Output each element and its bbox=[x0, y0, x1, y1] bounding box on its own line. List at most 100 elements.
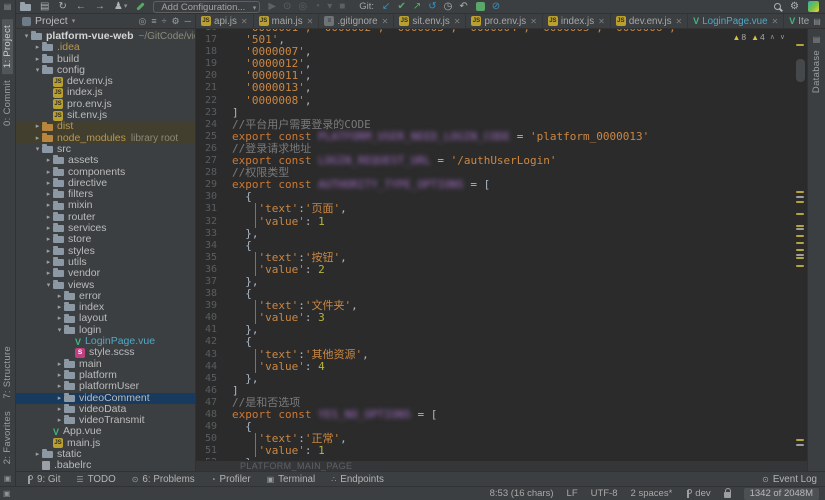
user-icon[interactable]: ♟▾ bbox=[114, 0, 127, 13]
vcs-refresh-icon[interactable]: ↺ bbox=[428, 0, 436, 13]
tree-item-layout[interactable]: ▸layout bbox=[16, 313, 195, 324]
tree-item-static[interactable]: ▸static bbox=[16, 449, 195, 460]
scrollbar-thumb[interactable] bbox=[796, 59, 805, 83]
tree-item-styles[interactable]: ▸styles bbox=[16, 246, 195, 257]
toolwindow-switcher-icon[interactable]: ▣ bbox=[3, 489, 11, 498]
chevron-right-icon[interactable]: ▸ bbox=[44, 189, 53, 200]
line-separator[interactable]: LF bbox=[567, 488, 578, 499]
next-issue-icon[interactable]: ∨ bbox=[780, 33, 785, 41]
stripe-menu-icon[interactable]: ▤ bbox=[4, 2, 12, 11]
run-configuration-combo[interactable]: Add Configuration... bbox=[153, 1, 260, 13]
tree-item-utils[interactable]: ▸utils bbox=[16, 257, 195, 268]
search-everywhere-icon[interactable] bbox=[774, 3, 781, 10]
chevron-right-icon[interactable]: ▸ bbox=[55, 302, 64, 313]
chevron-down-icon[interactable]: ▾ bbox=[33, 65, 42, 76]
chevron-right-icon[interactable]: ▸ bbox=[55, 370, 64, 381]
chevron-down-icon[interactable]: ▾ bbox=[72, 17, 76, 25]
green-plugin-icon[interactable] bbox=[476, 2, 485, 11]
sync-icon[interactable]: ↻ bbox=[58, 0, 66, 13]
chevron-right-icon[interactable]: ▸ bbox=[33, 42, 42, 53]
stripe-database[interactable]: Database bbox=[811, 44, 822, 101]
file-encoding[interactable]: UTF-8 bbox=[591, 488, 618, 499]
tool-profiler[interactable]: ◔Profiler bbox=[211, 474, 251, 485]
project-panel-header[interactable]: Project ▾ ◎≡÷⚙─ bbox=[16, 14, 196, 28]
warning-stripe-mark[interactable] bbox=[796, 225, 804, 227]
tree-item-services[interactable]: ▸services bbox=[16, 223, 195, 234]
indent-style[interactable]: 2 spaces* bbox=[631, 488, 673, 499]
close-tab-icon[interactable]: ✕ bbox=[454, 17, 461, 26]
code-line[interactable]: 40 'value': 3 bbox=[196, 312, 793, 324]
tree-item-.idea[interactable]: ▸.idea bbox=[16, 42, 195, 53]
code-line[interactable]: 32 'value': 1 bbox=[196, 216, 793, 228]
tool-git[interactable]: 9: Git bbox=[26, 474, 60, 485]
change-stripe-mark[interactable] bbox=[796, 444, 804, 446]
code-line[interactable]: 36 'value': 2 bbox=[196, 264, 793, 276]
close-tab-icon[interactable]: ✕ bbox=[675, 17, 682, 26]
hide-panel-icon[interactable]: ─ bbox=[185, 16, 191, 27]
tab-api.js[interactable]: JSapi.js✕ bbox=[196, 14, 254, 28]
tree-item-platform-vue-web[interactable]: ▾platform-vue-web~/GitCode/video-platf bbox=[16, 31, 195, 42]
prev-issue-icon[interactable]: ∧ bbox=[770, 33, 775, 41]
chevron-right-icon[interactable]: ▸ bbox=[33, 449, 42, 460]
run-icon[interactable]: ▶ bbox=[268, 0, 276, 13]
warning-stripe-mark[interactable] bbox=[796, 265, 804, 267]
code-line[interactable]: 45 }, bbox=[196, 373, 793, 385]
chevron-right-icon[interactable]: ▸ bbox=[33, 54, 42, 65]
tree-item-directive[interactable]: ▸directive bbox=[16, 178, 195, 189]
chevron-right-icon[interactable]: ▸ bbox=[44, 167, 53, 178]
coverage-icon[interactable]: ◎ bbox=[298, 0, 307, 13]
tab-ItemList.vue[interactable]: VItemList.vue✕ bbox=[784, 14, 809, 28]
tree-item-src[interactable]: ▾src bbox=[16, 144, 195, 155]
code-line[interactable]: 44 'value': 4 bbox=[196, 361, 793, 373]
event-log-button[interactable]: ⊙Event Log bbox=[762, 474, 825, 485]
editor[interactable]: 16 '0000001', '0000002', '0000003', '000… bbox=[196, 29, 807, 460]
chevron-right-icon[interactable]: ▸ bbox=[44, 212, 53, 223]
warning-stripe-mark[interactable] bbox=[796, 44, 804, 46]
code-line[interactable]: 51 'value': 1 bbox=[196, 445, 793, 457]
readonly-lock[interactable] bbox=[724, 489, 731, 498]
code-line[interactable]: 41 }, bbox=[196, 324, 793, 336]
chevron-right-icon[interactable]: ▸ bbox=[55, 313, 64, 324]
tree-item-platformUser[interactable]: ▸platformUser bbox=[16, 381, 195, 392]
tree-item-build[interactable]: ▸build bbox=[16, 54, 195, 65]
expand-all-icon[interactable]: ≡ bbox=[151, 16, 156, 27]
memory-indicator[interactable]: 1342 of 2048M bbox=[744, 488, 819, 500]
tree-item-videoTransmit[interactable]: ▸videoTransmit bbox=[16, 415, 195, 426]
code-line[interactable]: 37 }, bbox=[196, 276, 793, 288]
chevron-right-icon[interactable]: ▸ bbox=[44, 246, 53, 257]
tool-endpoints[interactable]: ∴Endpoints bbox=[331, 474, 384, 485]
breadcrumb[interactable]: PLATFORM_MAIN_PAGE bbox=[196, 460, 807, 471]
tree-item-App.vue[interactable]: VApp.vue bbox=[16, 426, 195, 437]
settings-gear-icon[interactable]: ⚙ bbox=[790, 0, 799, 13]
tool-problems[interactable]: ⊙6: Problems bbox=[132, 474, 195, 485]
close-tab-icon[interactable]: ✕ bbox=[382, 17, 389, 26]
code-line[interactable]: 22 '0000008', bbox=[196, 95, 793, 107]
ide-logo-icon[interactable] bbox=[808, 1, 819, 12]
chevron-right-icon[interactable]: ▸ bbox=[44, 200, 53, 211]
inspections-widget[interactable]: ▲8 ▲4 ∧ ∨ bbox=[732, 32, 785, 42]
vcs-push-icon[interactable]: ↗ bbox=[413, 0, 421, 13]
tree-item-views[interactable]: ▾views bbox=[16, 280, 195, 291]
panel-settings-icon[interactable]: ⚙ bbox=[172, 16, 180, 27]
stripe-favorites[interactable]: 2: Favorites bbox=[2, 405, 13, 470]
close-tab-icon[interactable]: ✕ bbox=[772, 17, 779, 26]
change-stripe-mark[interactable] bbox=[796, 196, 804, 198]
tab-LoginPage.vue[interactable]: VLoginPage.vue✕ bbox=[688, 14, 784, 28]
warning-stripe-mark[interactable] bbox=[796, 191, 804, 193]
tab-index.js[interactable]: JSindex.js✕ bbox=[543, 14, 611, 28]
chevron-right-icon[interactable]: ▸ bbox=[55, 291, 64, 302]
tree-item-.babelrc[interactable]: .babelrc bbox=[16, 460, 195, 471]
tab-sit.env.js[interactable]: JSsit.env.js✕ bbox=[394, 14, 466, 28]
git-branch[interactable]: dev bbox=[685, 488, 710, 499]
tree-item-sit.env.js[interactable]: JSsit.env.js bbox=[16, 110, 195, 121]
blocked-plugin-icon[interactable]: ⊘ bbox=[492, 0, 500, 13]
debug-icon[interactable]: ⊙ bbox=[283, 0, 291, 13]
vcs-commit-icon[interactable]: ✔ bbox=[397, 0, 405, 13]
change-stripe-mark[interactable] bbox=[796, 228, 804, 230]
tree-item-error[interactable]: ▸error bbox=[16, 291, 195, 302]
tree-item-style.scss[interactable]: Sstyle.scss bbox=[16, 347, 195, 358]
chevron-right-icon[interactable]: ▸ bbox=[44, 155, 53, 166]
tool-todo[interactable]: ☰TODO bbox=[76, 474, 115, 485]
collapse-all-icon[interactable]: ÷ bbox=[162, 16, 167, 27]
tree-item-node_modules[interactable]: ▸node_moduleslibrary root bbox=[16, 133, 195, 144]
